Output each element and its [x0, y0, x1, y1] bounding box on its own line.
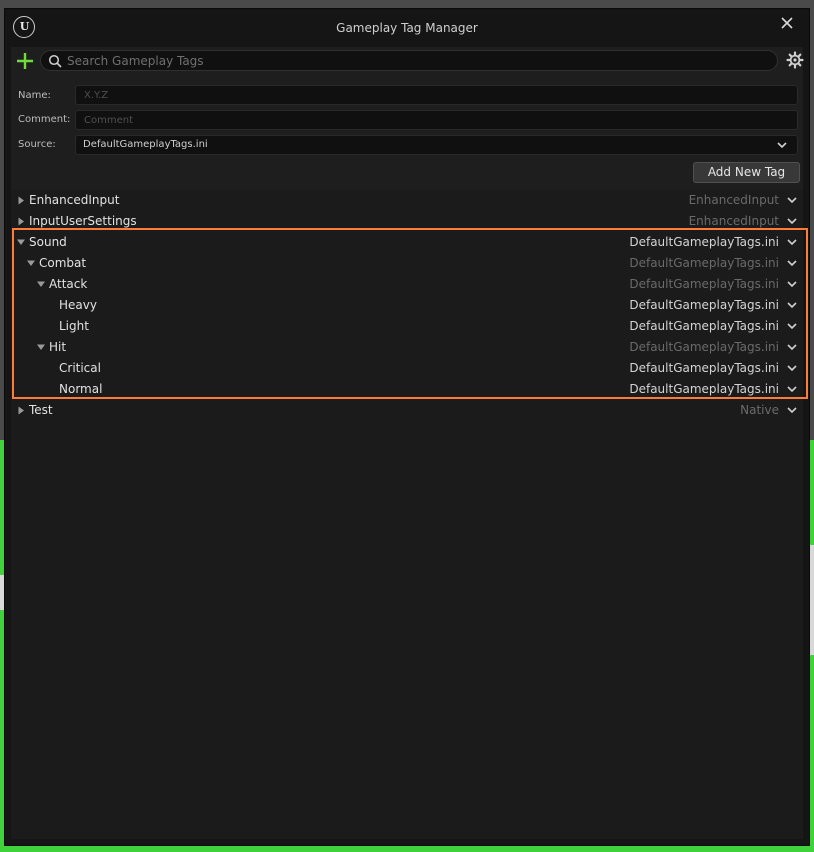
- search-input[interactable]: [67, 52, 767, 69]
- triangle-right-icon[interactable]: [17, 406, 25, 415]
- tree-row-label: Normal: [59, 382, 103, 396]
- background-scene: [0, 846, 814, 852]
- search-box[interactable]: [40, 50, 778, 71]
- chevron-down-icon[interactable]: [787, 344, 797, 351]
- tree-row-label: Test: [29, 403, 53, 417]
- tree-row-label: Sound: [29, 235, 67, 249]
- tree-row-label: Hit: [49, 340, 67, 354]
- tree-row-source: DefaultGameplayTags.ini: [629, 319, 779, 333]
- tree-row-label: EnhancedInput: [29, 193, 120, 207]
- source-dropdown-value: DefaultGameplayTags.ini: [83, 139, 208, 150]
- tree-row-enhancedinput[interactable]: EnhancedInput EnhancedInput: [11, 190, 803, 211]
- tree-row-hit[interactable]: Hit DefaultGameplayTags.ini: [11, 337, 803, 358]
- chevron-down-icon[interactable]: [787, 302, 797, 309]
- triangle-right-icon[interactable]: [17, 196, 25, 205]
- tree-row-source: DefaultGameplayTags.ini: [629, 235, 779, 249]
- window-title: Gameplay Tag Manager: [336, 21, 478, 35]
- add-tag-toggle-button[interactable]: [15, 51, 35, 71]
- tree-row-source: EnhancedInput: [688, 193, 779, 207]
- chevron-down-icon[interactable]: [787, 386, 797, 393]
- tree-row-source: Native: [740, 403, 779, 417]
- tree-row-heavy[interactable]: Heavy DefaultGameplayTags.ini: [11, 295, 803, 316]
- tree-row-normal[interactable]: Normal DefaultGameplayTags.ini: [11, 379, 803, 400]
- tree-row-critical[interactable]: Critical DefaultGameplayTags.ini: [11, 358, 803, 379]
- settings-button[interactable]: [786, 51, 804, 69]
- close-icon: [781, 17, 793, 29]
- tag-manager-content: Name: Comment: Source: DefaultGameplayTa…: [11, 47, 808, 839]
- plus-icon: [17, 53, 33, 69]
- chevron-down-icon[interactable]: [787, 365, 797, 372]
- tree-row-test[interactable]: Test Native: [11, 400, 803, 421]
- chevron-down-icon: [777, 142, 787, 149]
- comment-field[interactable]: [75, 110, 798, 130]
- gameplay-tag-manager-window: U Gameplay Tag Manager Search Gameplay T…: [4, 8, 810, 846]
- add-new-tag-button[interactable]: Add New Tag: [693, 162, 800, 183]
- triangle-down-icon[interactable]: [37, 343, 45, 352]
- tree-row-source: DefaultGameplayTags.ini: [629, 298, 779, 312]
- tree-row-attack[interactable]: Attack DefaultGameplayTags.ini: [11, 274, 803, 295]
- name-label: Name:: [18, 90, 51, 101]
- tree-row-source: DefaultGameplayTags.ini: [629, 361, 779, 375]
- tag-tree: EnhancedInput EnhancedInput InputUserSetti…: [11, 190, 808, 839]
- source-label: Source:: [18, 139, 56, 150]
- tree-row-label: Combat: [39, 256, 87, 270]
- title-bar[interactable]: U Gameplay Tag Manager: [5, 9, 809, 47]
- tree-row-inputusersettings[interactable]: InputUserSettings EnhancedInput: [11, 211, 803, 232]
- search-icon: [48, 54, 62, 68]
- chevron-down-icon[interactable]: [787, 407, 797, 414]
- name-field[interactable]: [75, 85, 798, 105]
- chevron-down-icon[interactable]: [787, 218, 797, 225]
- chevron-down-icon[interactable]: [787, 197, 797, 204]
- chevron-down-icon[interactable]: [787, 323, 797, 330]
- close-button[interactable]: [779, 15, 795, 31]
- triangle-down-icon[interactable]: [37, 280, 45, 289]
- tree-row-source: EnhancedInput: [688, 214, 779, 228]
- tree-row-source: DefaultGameplayTags.ini: [629, 256, 779, 270]
- tree-row-label: InputUserSettings: [29, 214, 137, 228]
- chevron-down-icon[interactable]: [787, 281, 797, 288]
- tree-row-light[interactable]: Light DefaultGameplayTags.ini: [11, 316, 803, 337]
- tree-row-source: DefaultGameplayTags.ini: [629, 277, 779, 291]
- tree-row-label: Heavy: [59, 298, 97, 312]
- chevron-down-icon[interactable]: [787, 239, 797, 246]
- tree-row-source: DefaultGameplayTags.ini: [629, 382, 779, 396]
- triangle-right-icon[interactable]: [17, 217, 25, 226]
- tree-row-combat[interactable]: Combat DefaultGameplayTags.ini: [11, 253, 803, 274]
- tree-row-label: Critical: [59, 361, 101, 375]
- triangle-down-icon[interactable]: [17, 238, 25, 247]
- chevron-down-icon[interactable]: [787, 260, 797, 267]
- source-dropdown[interactable]: DefaultGameplayTags.ini: [75, 135, 798, 155]
- tree-row-source: DefaultGameplayTags.ini: [629, 340, 779, 354]
- tree-row-label: Attack: [49, 277, 88, 291]
- tree-row-sound[interactable]: Sound DefaultGameplayTags.ini: [11, 232, 803, 253]
- tree-row-label: Light: [59, 319, 89, 333]
- gear-icon: [786, 51, 804, 69]
- comment-label: Comment:: [18, 114, 71, 125]
- triangle-down-icon[interactable]: [27, 259, 35, 268]
